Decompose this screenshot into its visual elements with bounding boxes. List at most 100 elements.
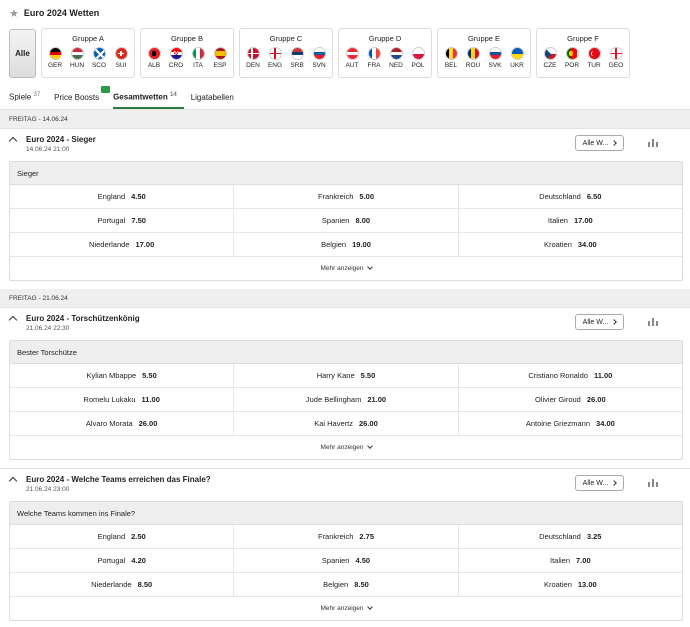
odds-button[interactable]: Kylian Mbappe 5.50 (10, 364, 235, 387)
team-code: CZE (543, 62, 557, 69)
group-card[interactable]: Gruppe F CZE POR TUR GEO (536, 28, 630, 78)
team-filter-eng[interactable]: ENG (266, 47, 284, 69)
team-filter-cro[interactable]: CRO (167, 47, 185, 69)
odds-button[interactable]: Deutschland 6.50 (459, 185, 682, 208)
team-filter-por[interactable]: POR (563, 47, 581, 69)
team-filter-rou[interactable]: ROU (464, 47, 482, 69)
odds-button[interactable]: Alvaro Morata 26.00 (10, 412, 235, 435)
group-card[interactable]: Gruppe D AUT FRA NED POL (338, 28, 432, 78)
chevron-up-icon[interactable] (8, 476, 18, 486)
tab-label: Price Boosts (54, 93, 100, 102)
team-filter-ita[interactable]: ITA (189, 47, 207, 69)
team-filter-svk[interactable]: SVK (486, 47, 504, 69)
odds-button[interactable]: Olivier Giroud 26.00 (459, 388, 682, 411)
team-filter-svn[interactable]: SVN (310, 47, 328, 69)
team-filter-ger[interactable]: GER (46, 47, 64, 69)
team-filter-cze[interactable]: CZE (541, 47, 559, 69)
show-more-button[interactable]: Mehr anzeigen (10, 597, 682, 620)
odds-value: 5.50 (360, 371, 376, 380)
tab-spiele[interactable]: Spiele 37 (9, 92, 47, 109)
flag-ge-icon (609, 47, 623, 60)
odds-button[interactable]: Kai Havertz 26.00 (234, 412, 459, 435)
team-filter-esp[interactable]: ESP (211, 47, 229, 69)
promo-badge-icon (101, 86, 111, 93)
odds-button[interactable]: Jude Bellingham 21.00 (234, 388, 459, 411)
odds-button[interactable]: Kroatien 34.00 (459, 233, 682, 256)
all-bets-button[interactable]: Alle W... (575, 135, 624, 151)
chevron-up-icon[interactable] (8, 315, 18, 325)
flag-pl-icon (411, 47, 425, 60)
tab-label: Ligatabellen (190, 93, 234, 102)
odds-button[interactable]: Romelu Lukaku 11.00 (10, 388, 235, 411)
flag-tr-icon (587, 47, 601, 60)
team-filter-tur[interactable]: TUR (585, 47, 603, 69)
flag-cz-icon (543, 47, 557, 60)
market-header[interactable]: Euro 2024 - Sieger 14.06.24 21:00 Alle W… (0, 129, 690, 161)
selection-name: Kai Havertz (314, 419, 353, 428)
team-filter-sui[interactable]: SUI (112, 47, 130, 69)
odds-button[interactable]: Niederlande 8.50 (10, 573, 235, 596)
odds-button[interactable]: Spanien 8.00 (234, 209, 459, 232)
team-filter-aut[interactable]: AUT (343, 47, 361, 69)
group-card[interactable]: Gruppe A GER HUN SCO SUI (41, 28, 135, 78)
odds-button[interactable]: Italien 7.00 (459, 549, 682, 572)
show-more-button[interactable]: Mehr anzeigen (10, 436, 682, 459)
stats-icon[interactable] (648, 138, 660, 147)
odds-button[interactable]: Spanien 4.50 (234, 549, 459, 572)
odds-button[interactable]: Harry Kane 5.50 (234, 364, 459, 387)
odds-value: 26.00 (586, 395, 606, 404)
stats-icon[interactable] (648, 478, 660, 487)
all-bets-button[interactable]: Alle W... (575, 314, 624, 330)
odds-button[interactable]: Antoine Griezmann 34.00 (459, 412, 682, 435)
team-code: SVN (312, 62, 326, 69)
team-filter-ukr[interactable]: UKR (508, 47, 526, 69)
group-card[interactable]: Gruppe E BEL ROU SVK UKR (437, 28, 531, 78)
tab-bar: Spiele 37 Price Boosts Gesamtwetten 14 Liga… (0, 84, 690, 110)
team-code: HUN (69, 62, 85, 69)
odds-button[interactable]: England 2.50 (10, 525, 235, 548)
all-bets-button[interactable]: Alle W... (575, 475, 624, 491)
team-filter-srb[interactable]: SRB (288, 47, 306, 69)
group-card[interactable]: Gruppe C DEN ENG SRB SVN (239, 28, 333, 78)
odds-button[interactable]: Cristiano Ronaldo 11.00 (459, 364, 682, 387)
team-code: ROU (465, 62, 481, 69)
odds-button[interactable]: Belgien 19.00 (234, 233, 459, 256)
stats-icon[interactable] (648, 317, 660, 326)
odds-button[interactable]: Kroatien 13.00 (459, 573, 682, 596)
team-filter-geo[interactable]: GEO (607, 47, 625, 69)
flag-ro-icon (466, 47, 480, 60)
all-groups-button[interactable]: Alle (9, 29, 36, 78)
team-filter-sco[interactable]: SCO (90, 47, 108, 69)
team-code: FRA (367, 62, 381, 69)
market-header[interactable]: Euro 2024 - Torschützenkönig 21.06.24 22… (0, 308, 690, 340)
show-more-button[interactable]: Mehr anzeigen (10, 257, 682, 280)
group-card[interactable]: Gruppe B ALB CRO ITA ESP (140, 28, 234, 78)
odds-button[interactable]: Portugal 4.20 (10, 549, 235, 572)
odds-row: Portugal 7.50 Spanien 8.00 Italien 17.00 (10, 209, 682, 233)
odds-button[interactable]: England 4.50 (10, 185, 235, 208)
show-more-label: Mehr anzeigen (320, 444, 364, 451)
tab-gesamtwetten[interactable]: Gesamtwetten 14 (113, 92, 184, 109)
odds-table: Bester Torschütze Kylian Mbappe 5.50 Harry… (9, 340, 683, 460)
chevron-up-icon[interactable] (8, 136, 18, 146)
team-filter-alb[interactable]: ALB (145, 47, 163, 69)
market-header[interactable]: Euro 2024 - Welche Teams erreichen das F… (0, 469, 690, 501)
tab-price-boosts[interactable]: Price Boosts (54, 86, 111, 109)
team-filter-ned[interactable]: NED (387, 47, 405, 69)
team-filter-den[interactable]: DEN (244, 47, 262, 69)
odds-button[interactable]: Deutschland 3.25 (459, 525, 682, 548)
odds-button[interactable]: Portugal 7.50 (10, 209, 235, 232)
odds-button[interactable]: Belgien 8.50 (234, 573, 459, 596)
team-filter-hun[interactable]: HUN (68, 47, 86, 69)
star-icon[interactable]: ★ (9, 7, 19, 20)
tab-ligatabellen[interactable]: Ligatabellen (191, 93, 241, 109)
odds-button[interactable]: Italien 17.00 (459, 209, 682, 232)
team-filter-fra[interactable]: FRA (365, 47, 383, 69)
team-filter-pol[interactable]: POL (409, 47, 427, 69)
odds-button[interactable]: Niederlande 17.00 (10, 233, 235, 256)
team-code: NED (389, 62, 403, 69)
all-bets-label: Alle W... (582, 318, 609, 326)
odds-button[interactable]: Frankreich 2.75 (234, 525, 459, 548)
odds-button[interactable]: Frankreich 5.00 (234, 185, 459, 208)
team-filter-bel[interactable]: BEL (442, 47, 460, 69)
